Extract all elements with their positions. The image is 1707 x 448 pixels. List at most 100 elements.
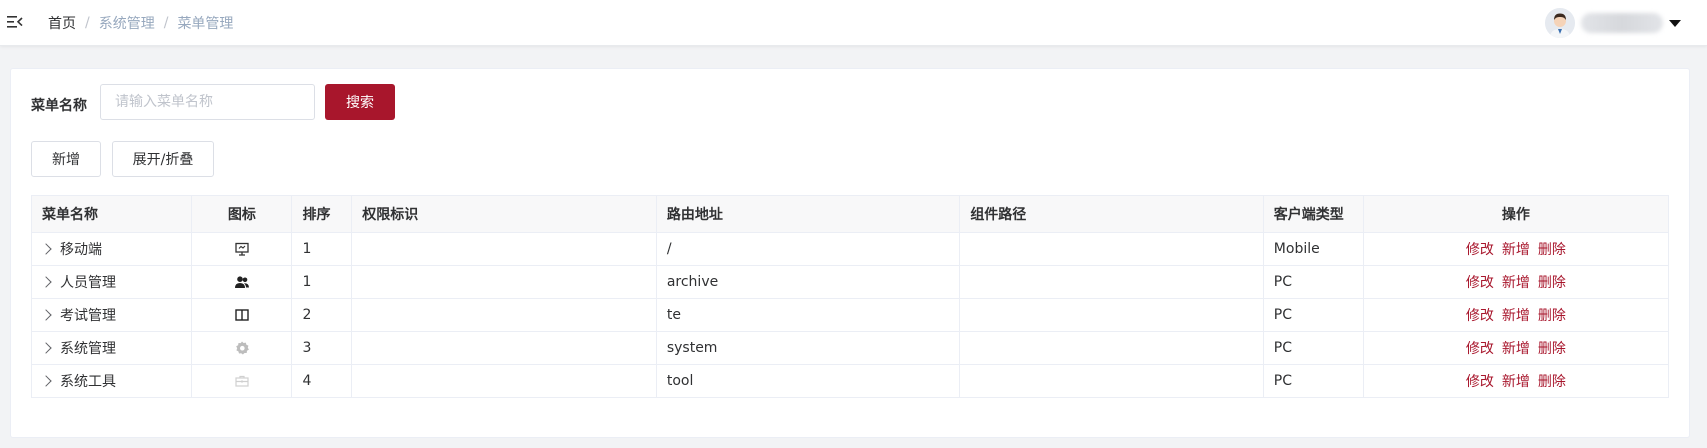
table-row: 系统管理 3 system PC 修改 新增 删除 [32,331,1668,365]
column-header-icon: 图标 [191,196,293,233]
expand-arrow-icon[interactable] [40,341,52,354]
add-menu-button[interactable]: 新增 [31,141,101,177]
table-row: 考试管理 2 te PC 修改 新增 删除 [32,298,1668,332]
cell-actions: 修改 新增 删除 [1363,265,1668,299]
add-child-link[interactable]: 新增 [1502,242,1530,258]
cell-icon [191,265,293,299]
cell-component [959,298,1264,332]
add-child-link[interactable]: 新增 [1502,275,1530,291]
edit-link[interactable]: 修改 [1466,308,1494,324]
expand-arrow-icon[interactable] [40,375,52,387]
cell-menu-name: 移动端 [32,232,193,266]
top-navbar: 首页 / 系统管理 / 菜单管理 [0,0,1707,46]
expand-arrow-icon[interactable] [40,242,52,255]
cell-menu-name: 人员管理 [32,265,193,299]
expand-arrow-icon[interactable] [40,308,52,321]
cell-actions: 修改 新增 删除 [1363,331,1668,365]
add-child-link[interactable]: 新增 [1502,308,1530,324]
column-header-actions: 操作 [1363,196,1668,233]
search-button[interactable]: 搜索 [325,84,395,120]
breadcrumb-menu-management: 菜单管理 [177,16,234,32]
cell-menu-name: 考试管理 [32,298,193,332]
menu-table: 菜单名称 图标 排序 权限标识 路由地址 组件路径 客户端类型 操作 移动端 1… [31,195,1669,398]
menu-name-text: 人员管理 [60,274,116,291]
column-header-menu-name: 菜单名称 [32,196,193,233]
breadcrumb-separator: / [163,15,169,31]
cell-component [959,265,1264,299]
menu-name-text: 系统管理 [60,340,116,357]
cell-permission [351,331,657,365]
content-card: 菜单名称 搜索 新增 展开/折叠 菜单名称 图标 排序 权限标识 路由地址 组件… [10,68,1690,438]
table-row: 移动端 1 / Mobile 修改 新增 删除 [32,232,1668,266]
username-redacted [1581,13,1663,33]
edit-link[interactable]: 修改 [1466,275,1494,291]
cell-route: / [656,232,961,266]
expand-collapse-button[interactable]: 展开/折叠 [112,141,214,177]
add-child-link[interactable]: 新增 [1502,341,1530,357]
cell-client-type: PC [1263,364,1364,397]
menu-name-text: 考试管理 [60,307,116,324]
delete-link[interactable]: 删除 [1538,341,1566,357]
edit-link[interactable]: 修改 [1466,374,1494,390]
delete-link[interactable]: 删除 [1538,242,1566,258]
cell-order: 3 [291,331,353,365]
cell-menu-name: 系统管理 [32,331,193,365]
expand-arrow-icon[interactable] [40,275,52,288]
table-row: 人员管理 1 archive PC 修改 新增 删除 [32,265,1668,299]
cell-client-type: PC [1263,298,1364,332]
cell-actions: 修改 新增 删除 [1363,298,1668,332]
cell-permission [351,232,657,266]
add-child-link[interactable]: 新增 [1502,374,1530,390]
breadcrumb-separator: / [85,15,90,31]
cell-client-type: PC [1263,265,1364,299]
menu-name-search-input[interactable] [100,84,315,120]
delete-link[interactable]: 删除 [1538,308,1566,324]
edit-link[interactable]: 修改 [1466,341,1494,357]
edit-link[interactable]: 修改 [1466,242,1494,258]
cell-order: 1 [291,232,353,266]
user-avatar[interactable] [1545,8,1575,38]
cell-permission [351,364,657,397]
toolbox-icon [234,373,250,389]
user-dropdown[interactable] [1545,8,1681,38]
table-header-row: 菜单名称 图标 排序 权限标识 路由地址 组件路径 客户端类型 操作 [32,196,1668,233]
cell-icon [191,331,293,365]
cell-order: 2 [291,298,353,332]
column-header-order: 排序 [291,196,353,233]
cell-route: te [656,298,961,332]
cell-actions: 修改 新增 删除 [1363,364,1668,397]
cell-icon [191,364,293,397]
delete-link[interactable]: 删除 [1538,374,1566,390]
gear-icon [234,340,250,356]
cell-menu-name: 系统工具 [32,364,193,397]
cell-order: 4 [291,364,353,397]
menu-name-text: 系统工具 [60,373,116,390]
breadcrumb-home[interactable]: 首页 [48,13,76,33]
delete-link[interactable]: 删除 [1538,275,1566,291]
cell-permission [351,298,657,332]
column-header-permission: 权限标识 [351,196,657,233]
book-icon [234,307,250,323]
breadcrumb: 首页 / 系统管理 / 菜单管理 [48,13,233,33]
cell-route: tool [656,364,961,397]
column-header-route: 路由地址 [656,196,961,233]
table-row: 系统工具 4 tool PC 修改 新增 删除 [32,364,1668,397]
cell-client-type: PC [1263,331,1364,365]
cell-component [959,331,1264,365]
hamburger-icon[interactable] [6,13,24,31]
breadcrumb-system-management: 系统管理 [98,16,155,32]
column-header-client-type: 客户端类型 [1263,196,1364,233]
cell-route: system [656,331,961,365]
cell-component [959,364,1264,397]
caret-down-icon[interactable] [1669,19,1681,27]
cell-actions: 修改 新增 删除 [1363,232,1668,266]
menu-name-text: 移动端 [60,241,102,258]
cell-route: archive [656,265,961,299]
cell-icon [191,232,293,266]
monitor-icon [234,241,250,257]
cell-component [959,232,1264,266]
users-icon [234,274,250,290]
cell-client-type: Mobile [1263,232,1364,266]
cell-icon [191,298,293,332]
search-label: 菜单名称 [31,98,87,114]
